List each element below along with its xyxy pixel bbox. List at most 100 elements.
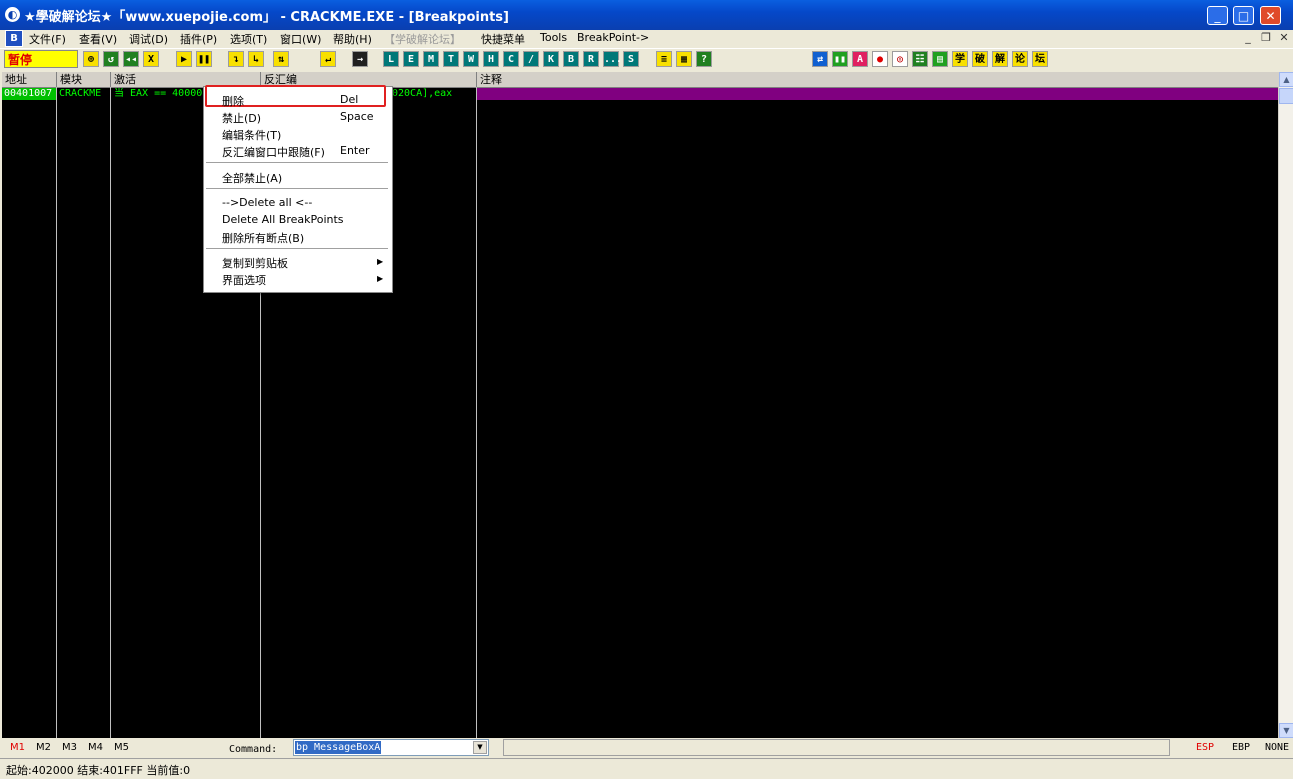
menu-options[interactable]: 选项(T)	[230, 31, 267, 47]
bars-icon[interactable]: ▮▮	[832, 51, 848, 67]
context-menu: 删除 Del 禁止(D) Space 编辑条件(T) 反汇编窗口中跟随(F) E…	[203, 85, 393, 293]
menu-debug[interactable]: 调试(D)	[129, 31, 168, 47]
letter-w-icon[interactable]: W	[463, 51, 479, 67]
row-module: CRACKME	[59, 88, 102, 99]
panel-icon[interactable]: ▤	[932, 51, 948, 67]
menu-item-copy-clipboard[interactable]: 复制到剪贴板	[222, 255, 288, 271]
menu-bar: B 文件(F) 查看(V) 调试(D) 插件(P) 选项(T) 窗口(W) 帮助…	[0, 30, 1293, 48]
letter-t-icon[interactable]: T	[443, 51, 459, 67]
slash-icon[interactable]: /	[523, 51, 539, 67]
letter-c-icon[interactable]: C	[503, 51, 519, 67]
equalizer-icon[interactable]: ☷	[912, 51, 928, 67]
help-icon[interactable]: ?	[696, 51, 712, 67]
maximize-button[interactable]: □	[1233, 6, 1254, 25]
menu-plugins[interactable]: 插件(P)	[180, 31, 217, 47]
close-process-icon[interactable]: X	[143, 51, 159, 67]
char-po-button[interactable]: 破	[972, 51, 988, 67]
mdi-close-button[interactable]: ✕	[1277, 31, 1291, 44]
step-over-icon[interactable]: ↳	[248, 51, 264, 67]
trace-into-icon[interactable]: ⇅	[273, 51, 289, 67]
letter-s-icon[interactable]: S	[623, 51, 639, 67]
minimize-button[interactable]: _	[1207, 6, 1228, 25]
chevron-down-icon[interactable]: ▼	[473, 741, 487, 754]
scroll-down-icon[interactable]: ▼	[1279, 723, 1293, 738]
breakpoints-pane[interactable]	[2, 72, 1278, 738]
menu-forum[interactable]: 【学破解论坛】	[384, 31, 461, 47]
app-icon[interactable]: ◐	[5, 7, 20, 22]
menu-item-delete-all-breakpoints[interactable]: Delete All BreakPoints	[222, 213, 344, 226]
menu-file[interactable]: 文件(F)	[29, 31, 66, 47]
swap-icon[interactable]: ⇄	[812, 51, 828, 67]
mdi-restore-button[interactable]: ❐	[1259, 31, 1273, 44]
menu-item-follow-disasm[interactable]: 反汇编窗口中跟随(F)	[222, 144, 325, 160]
menu-shortcuts[interactable]: 快捷菜单	[481, 31, 525, 47]
command-output	[503, 739, 1170, 756]
menu-window[interactable]: 窗口(W)	[280, 31, 321, 47]
marker-m4[interactable]: M4	[88, 742, 103, 753]
submenu-arrow-icon: ▶	[377, 257, 384, 266]
menu-item-edit-condition[interactable]: 编辑条件(T)	[222, 127, 281, 143]
mdi-doc-icon[interactable]: B	[5, 30, 23, 47]
grid-icon[interactable]: ▦	[676, 51, 692, 67]
menu-view[interactable]: 查看(V)	[79, 31, 117, 47]
reg-ebp[interactable]: EBP	[1232, 742, 1250, 753]
menu-item-delete-all-cn[interactable]: 删除所有断点(B)	[222, 230, 304, 246]
window-title: ★學破解论坛★「www.xuepojie.com」 - CRACKME.EXE …	[24, 10, 509, 25]
menu-breakpoint[interactable]: BreakPoint->	[577, 31, 649, 44]
table-row[interactable]: 00401007 CRACKME 当 EAX == 40000 020CA],e…	[2, 88, 1278, 100]
letter-l-icon[interactable]: L	[383, 51, 399, 67]
open-icon[interactable]: ⊕	[83, 51, 99, 67]
menu-item-delete-shortcut: Del	[340, 93, 359, 106]
mdi-minimize-button[interactable]: _	[1241, 31, 1255, 44]
menu-tools[interactable]: Tools	[540, 31, 567, 44]
marker-m2[interactable]: M2	[36, 742, 51, 753]
menu-help[interactable]: 帮助(H)	[333, 31, 372, 47]
char-xue-button[interactable]: 学	[952, 51, 968, 67]
marker-m3[interactable]: M3	[62, 742, 77, 753]
letter-k-icon[interactable]: K	[543, 51, 559, 67]
command-input[interactable]: bp MessageBoxA ▼	[293, 739, 489, 756]
letter-h-icon[interactable]: H	[483, 51, 499, 67]
header-module[interactable]: 模块	[57, 72, 111, 87]
letter-e-icon[interactable]: E	[403, 51, 419, 67]
close-button[interactable]: ✕	[1260, 6, 1281, 25]
menu-item-appearance[interactable]: 界面选项	[222, 272, 266, 288]
scroll-up-icon[interactable]: ▲	[1279, 72, 1293, 87]
list-icon[interactable]: ≡	[656, 51, 672, 67]
menu-item-disable-all[interactable]: 全部禁止(A)	[222, 170, 282, 186]
menu-item-delete-all-arrow[interactable]: -->Delete all <--	[222, 196, 312, 209]
target-icon[interactable]: ◎	[892, 51, 908, 67]
header-address[interactable]: 地址	[2, 72, 57, 87]
record-icon[interactable]: ●	[872, 51, 888, 67]
letter-m-icon[interactable]: M	[423, 51, 439, 67]
reg-esp[interactable]: ESP	[1196, 742, 1214, 753]
char-jie-button[interactable]: 解	[992, 51, 1008, 67]
marker-m1[interactable]: M1	[10, 742, 25, 753]
reg-none[interactable]: NONE	[1265, 742, 1289, 753]
header-comment[interactable]: 注释	[477, 72, 1278, 87]
letter-r-icon[interactable]: R	[583, 51, 599, 67]
char-lun-button[interactable]: 论	[1012, 51, 1028, 67]
letter-a-icon[interactable]: A	[852, 51, 868, 67]
char-tan-button[interactable]: 坛	[1032, 51, 1048, 67]
letter-b-icon[interactable]: B	[563, 51, 579, 67]
run-icon[interactable]: ▶	[176, 51, 192, 67]
menu-item-delete[interactable]: 删除	[222, 93, 244, 109]
execute-till-return-icon[interactable]: ↵	[320, 51, 336, 67]
pause-icon[interactable]: ❚❚	[196, 51, 212, 67]
column-divider	[110, 87, 111, 738]
vertical-scrollbar[interactable]: ▲ ▼	[1278, 72, 1293, 738]
scroll-thumb[interactable]	[1279, 88, 1293, 104]
submenu-arrow-icon: ▶	[377, 274, 384, 283]
marker-m5[interactable]: M5	[114, 742, 129, 753]
restart-icon[interactable]: ↺	[103, 51, 119, 67]
step-into-icon[interactable]: ↴	[228, 51, 244, 67]
ellipsis-icon[interactable]: ...	[603, 51, 622, 67]
menu-separator	[206, 188, 388, 189]
rewind-icon[interactable]: ◂◂	[123, 51, 139, 67]
goto-icon[interactable]: →	[352, 51, 368, 67]
row-disassembly: 020CA],eax	[392, 88, 453, 99]
menu-item-disable[interactable]: 禁止(D)	[222, 110, 261, 126]
column-divider	[56, 87, 57, 738]
status-text: 起始:402000 结束:401FFF 当前值:0	[6, 764, 191, 777]
